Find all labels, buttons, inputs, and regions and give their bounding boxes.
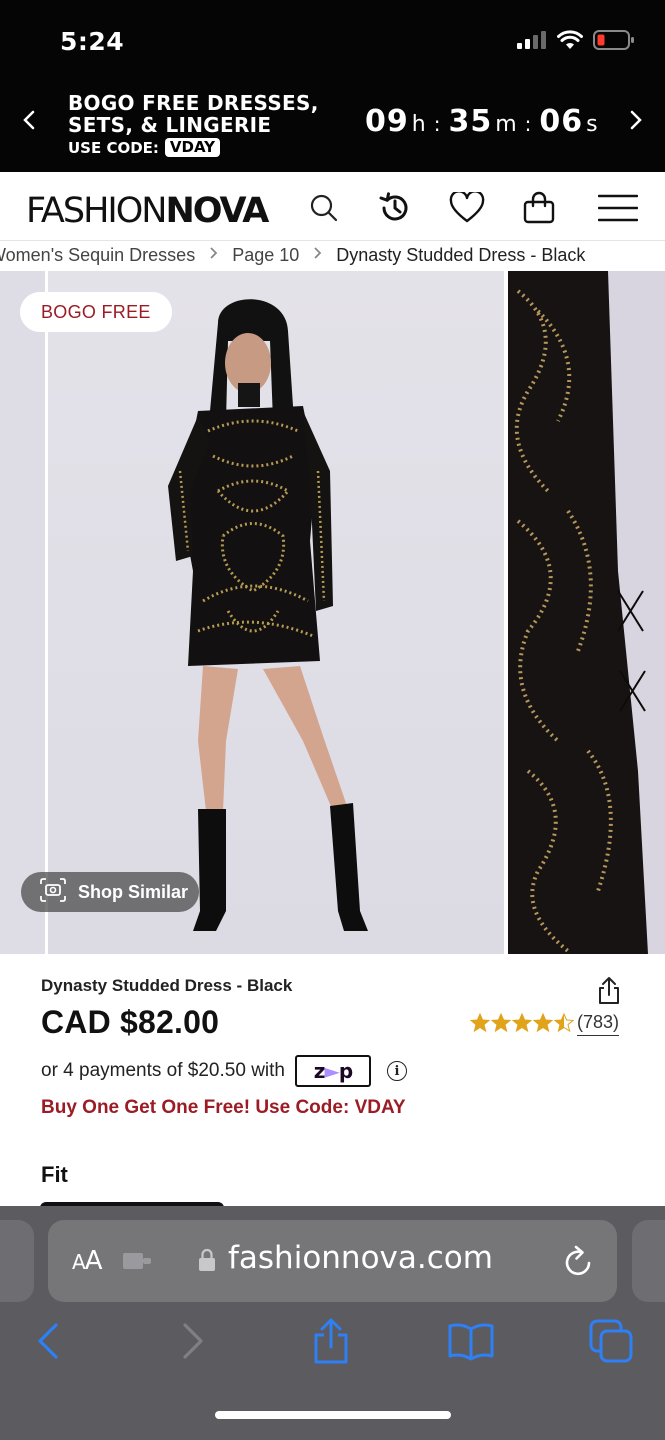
countdown-hours: 09 [365,104,409,139]
product-price: CAD $82.00 [41,1004,220,1040]
star-icon [491,1013,511,1033]
gallery-slide-previous[interactable] [0,271,45,954]
countdown-minutes: 35 [448,104,493,139]
status-icons [517,29,635,56]
zip-logo-accent: ► [324,1059,339,1083]
star-icon [470,1013,490,1033]
share-icon[interactable] [306,1316,356,1366]
product-info: Dynasty Studded Dress - Black CAD $82.00… [0,954,665,1210]
promo-code-row: USE CODE: VDAY [68,138,319,157]
history-icon[interactable] [377,190,413,226]
shop-similar-button[interactable]: Shop Similar [21,872,199,912]
gallery-slide-next[interactable] [508,271,665,954]
breadcrumb-item-page[interactable]: Page 10 [232,245,299,266]
countdown-separator: : [524,112,532,136]
address-bar[interactable]: AA fashionnova.com [48,1220,617,1302]
zip-logo[interactable]: z ► p [294,1055,371,1087]
fit-section-title: Fit [41,1162,68,1187]
countdown-hours-unit: h [411,112,426,137]
reader-options-button[interactable]: AA [72,1246,103,1276]
home-indicator [215,1411,451,1419]
forward-icon[interactable] [168,1316,218,1366]
shop-similar-label: Shop Similar [78,881,189,902]
review-count[interactable]: (783) [577,1012,620,1036]
product-title: Dynasty Studded Dress - Black [41,976,293,995]
lock-icon [198,1248,216,1277]
search-icon[interactable] [306,190,342,226]
browser-bottom-bar: AA fashionnova.com [0,1206,665,1440]
url-text[interactable]: fashionnova.com [228,1240,493,1276]
promo-line-1: BOGO FREE DRESSES, [68,91,319,115]
promo-banner: 5:24 BOGO FREE DRESSES, SETS, & LINGERIE… [0,0,665,172]
logo-text-light: FASHION [26,191,167,231]
countdown-timer: 09 h : 35 m : 06 s [365,104,598,139]
breadcrumb-item-current: Dynasty Studded Dress - Black [336,245,586,265]
promo-code-chip: VDAY [164,138,221,157]
site-header: FASHIONNOVA [0,172,665,240]
chevron-right-icon [209,246,218,265]
countdown-seconds-unit: s [586,112,598,137]
promo-prev-button[interactable] [22,110,36,135]
fashionnova-logo[interactable]: FASHIONNOVA [26,191,269,231]
promo-next-button[interactable] [629,110,643,135]
back-icon[interactable] [23,1316,73,1366]
rating-stars[interactable] [470,1013,574,1033]
star-icon [512,1013,532,1033]
product-image-main[interactable]: BOGO FREE [20,271,504,954]
extension-icon[interactable] [122,1250,154,1277]
info-icon[interactable]: i [386,1061,407,1081]
share-icon[interactable] [595,976,623,1011]
tabs-icon[interactable] [586,1316,636,1366]
promo-line-2: SETS, & LINGERIE [68,113,272,137]
bookmarks-icon[interactable] [446,1316,496,1366]
star-icon [533,1013,553,1033]
logo-text-bold: NOVA [165,191,269,231]
breadcrumb: Women's Sequin Dresses Page 10 Dynasty S… [0,240,665,270]
model-photo-illustration [168,299,368,931]
promo-code-label: USE CODE: [68,138,159,157]
status-time: 5:24 [60,27,125,56]
star-icon [554,1013,574,1033]
bag-icon[interactable] [521,190,557,226]
previous-tab-preview[interactable] [0,1220,34,1302]
bogo-promo-text: Buy One Get One Free! Use Code: VDAY [41,1097,406,1118]
reload-icon[interactable] [562,1244,594,1283]
installment-text: or 4 payments of $20.50 with [41,1060,285,1081]
product-image-gallery[interactable]: BOGO FREE BOGO FREE Shop Similar [0,271,665,954]
next-tab-preview[interactable] [632,1220,665,1302]
battery-low-icon [593,29,635,56]
camera-icon [38,877,68,908]
installment-offer: or 4 payments of $20.50 with z ► p i [41,1055,407,1087]
chevron-right-icon [313,246,322,265]
countdown-seconds: 06 [539,104,584,139]
signal-icon [517,30,547,54]
breadcrumb-item-category[interactable]: Women's Sequin Dresses [0,245,195,266]
menu-icon[interactable] [598,190,638,226]
countdown-minutes-unit: m [495,112,517,137]
countdown-separator: : [433,112,441,136]
dress-detail-illustration [508,271,665,954]
wifi-icon [557,29,583,55]
heart-icon[interactable] [449,190,485,226]
bogo-free-badge: BOGO FREE [20,292,172,332]
promo-text[interactable]: BOGO FREE DRESSES, SETS, & LINGERIE USE … [68,92,319,157]
